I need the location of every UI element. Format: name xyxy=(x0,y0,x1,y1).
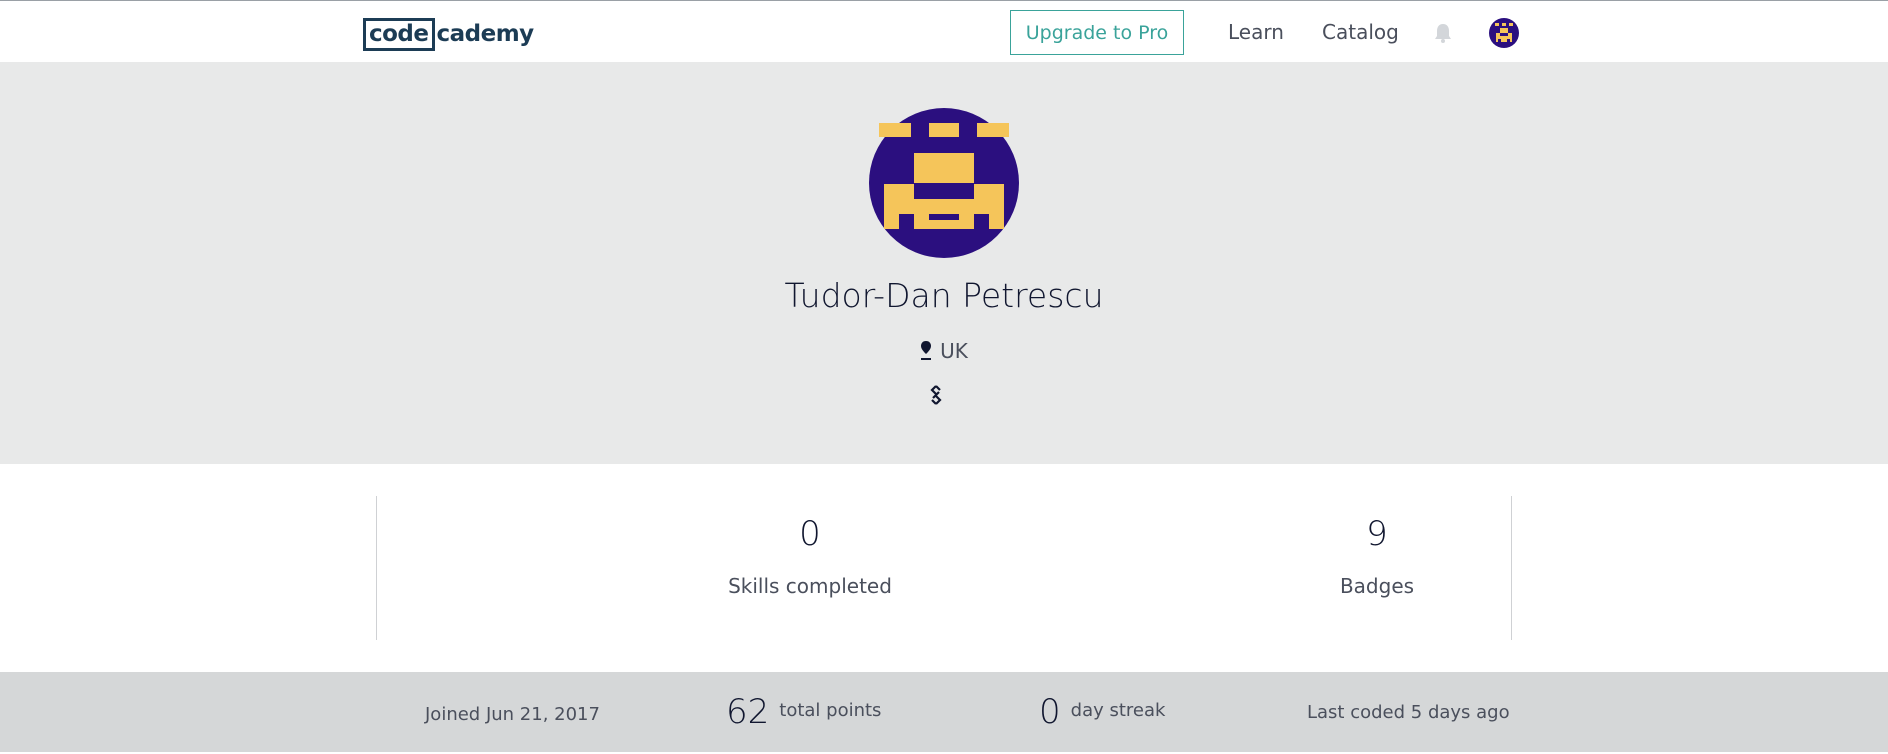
link-icon[interactable] xyxy=(925,384,947,406)
badges-count[interactable]: 9 xyxy=(1227,514,1527,554)
badges-label[interactable]: Badges xyxy=(1227,574,1527,598)
profile-name: Tudor-Dan Petrescu xyxy=(784,276,1104,315)
location-pin-icon xyxy=(921,341,932,360)
day-streak-label: day streak xyxy=(1070,699,1166,721)
codecademy-logo[interactable]: code cademy xyxy=(363,17,534,51)
logo-boxed-text: code xyxy=(363,17,435,51)
total-points-label: total points xyxy=(779,699,882,721)
total-points: 62 total points xyxy=(726,672,881,752)
profile-header: Tudor-Dan Petrescu UK xyxy=(0,62,1888,464)
last-coded: Last coded 5 days ago xyxy=(1307,701,1510,723)
upgrade-to-pro-button[interactable]: Upgrade to Pro xyxy=(1010,10,1184,55)
total-points-value: 62 xyxy=(726,692,770,732)
divider xyxy=(376,496,377,640)
nav-link-learn[interactable]: Learn xyxy=(1228,20,1284,44)
location-text: UK xyxy=(940,339,968,363)
bell-icon[interactable] xyxy=(1432,22,1454,44)
logo-rest-text: cademy xyxy=(436,21,535,47)
skills-completed-label: Skills completed xyxy=(728,574,892,598)
profile-avatar xyxy=(869,108,1019,258)
day-streak-value: 0 xyxy=(1039,692,1061,732)
joined-date: Joined Jun 21, 2017 xyxy=(425,703,600,725)
user-avatar-menu[interactable] xyxy=(1489,18,1519,48)
top-navigation: code cademy Upgrade to Pro Learn Catalog xyxy=(0,1,1888,62)
profile-location: UK xyxy=(0,339,1888,363)
nav-link-catalog[interactable]: Catalog xyxy=(1322,20,1399,44)
profile-stats: 0 Skills completed 9 Badges xyxy=(376,496,1512,640)
activity-summary: Joined Jun 21, 2017 62 total points 0 da… xyxy=(0,672,1888,752)
day-streak: 0 day streak xyxy=(1039,672,1165,752)
skills-completed-count: 0 xyxy=(799,514,821,554)
